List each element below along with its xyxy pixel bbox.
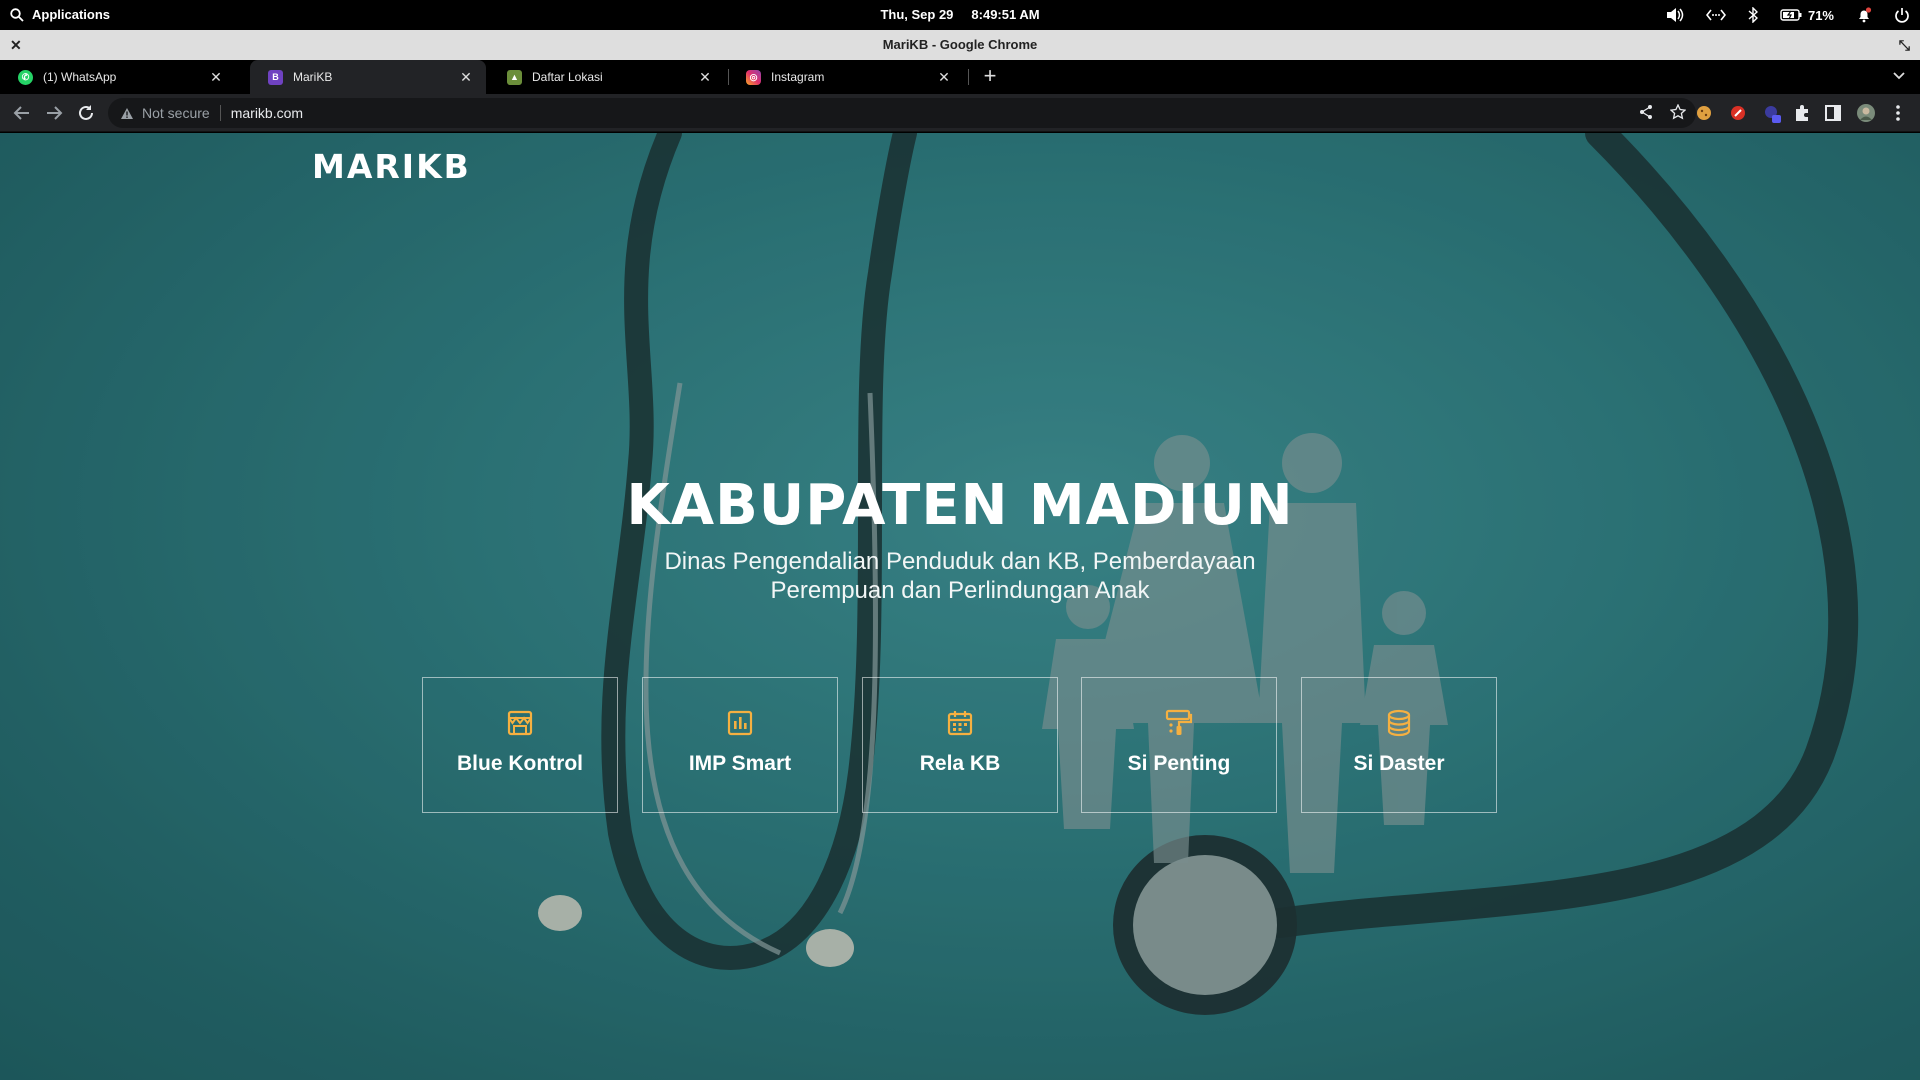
page-viewport: MARIKB KABUPATEN MADIUN Dinas Pengendali… bbox=[0, 133, 1920, 1080]
service-card-blue-kontrol[interactable]: Blue Kontrol bbox=[422, 677, 618, 813]
bar-chart-icon bbox=[727, 710, 753, 736]
service-card-label: IMP Smart bbox=[688, 752, 792, 775]
close-tab-icon[interactable]: ✕ bbox=[458, 69, 474, 86]
clock[interactable]: Thu, Sep 29 8:49:51 AM bbox=[0, 7, 1920, 22]
window-title-bar: ✕ MariKB - Google Chrome ⤡ bbox=[0, 30, 1920, 60]
window-restore-icon[interactable]: ⤡ bbox=[1899, 30, 1910, 60]
whatsapp-icon: ✆ bbox=[18, 69, 33, 85]
tab-instagram[interactable]: ◎ Instagram ✕ bbox=[728, 60, 964, 94]
background-overlay bbox=[0, 133, 1920, 1080]
omnibox-divider bbox=[219, 105, 221, 121]
close-tab-icon[interactable]: ✕ bbox=[936, 69, 952, 86]
tab-label: Instagram bbox=[771, 70, 825, 84]
tab-label: (1) WhatsApp bbox=[43, 70, 117, 84]
instagram-icon: ◎ bbox=[746, 69, 761, 85]
network-icon[interactable] bbox=[1705, 8, 1726, 22]
service-card-si-penting[interactable]: Si Penting bbox=[1081, 677, 1277, 813]
tab-label: MariKB bbox=[293, 70, 333, 84]
database-icon bbox=[1387, 709, 1411, 737]
calendar-icon bbox=[947, 711, 973, 736]
tab-divider bbox=[968, 69, 969, 85]
tab-marikb[interactable]: B MariKB ✕ bbox=[250, 60, 486, 94]
service-card-si-daster[interactable]: Si Daster bbox=[1301, 677, 1497, 813]
notification-bell-icon[interactable] bbox=[1856, 7, 1872, 23]
service-card-label: Si Penting bbox=[1127, 752, 1231, 775]
new-tab-button[interactable]: + bbox=[977, 64, 1003, 90]
volume-icon[interactable] bbox=[1666, 7, 1684, 23]
tab-strip: ✆ (1) WhatsApp ✕ B MariKB ✕ ▲ Daftar Lok… bbox=[0, 60, 1920, 94]
share-icon[interactable] bbox=[1638, 104, 1654, 120]
close-tab-icon[interactable]: ✕ bbox=[697, 69, 713, 86]
window-title: MariKB - Google Chrome bbox=[882, 37, 1038, 52]
battery-percent: 71% bbox=[1807, 7, 1834, 23]
service-card-imp-smart[interactable]: IMP Smart bbox=[642, 677, 838, 813]
service-cards: Blue Kontrol IMP Smart Rela KB Si Pentin… bbox=[422, 677, 1498, 813]
close-tab-icon[interactable]: ✕ bbox=[208, 69, 224, 86]
system-tray[interactable]: 71% bbox=[1666, 5, 1910, 25]
clock-time: 8:49:51 AM bbox=[971, 7, 1040, 22]
profile-avatar-icon[interactable] bbox=[1856, 103, 1876, 123]
red-extension-icon[interactable] bbox=[1728, 103, 1748, 123]
forward-arrow-icon[interactable] bbox=[44, 103, 64, 123]
battery-indicator[interactable]: 71% bbox=[1780, 8, 1834, 23]
extensions-puzzle-icon[interactable] bbox=[1792, 103, 1812, 123]
browser-toolbar: Not secure marikb.com bbox=[0, 94, 1920, 132]
hero-title: KABUPATEN MADIUN bbox=[626, 473, 1294, 538]
chrome-menu-icon[interactable] bbox=[1888, 103, 1908, 123]
site-brand-logo[interactable]: MARIKB bbox=[312, 147, 471, 186]
battery-icon bbox=[1780, 9, 1802, 21]
back-arrow-icon[interactable] bbox=[12, 103, 32, 123]
window-close-icon[interactable]: ✕ bbox=[10, 30, 22, 60]
service-card-label: Blue Kontrol bbox=[457, 752, 583, 775]
bookmark-star-icon[interactable] bbox=[1670, 104, 1686, 120]
power-icon[interactable] bbox=[1894, 7, 1910, 23]
tab-label: Daftar Lokasi bbox=[532, 70, 603, 84]
bluetooth-icon[interactable] bbox=[1748, 7, 1758, 23]
clock-date: Thu, Sep 29 bbox=[880, 7, 954, 22]
service-card-rela-kb[interactable]: Rela KB bbox=[862, 677, 1058, 813]
cookie-extension-icon[interactable] bbox=[1694, 103, 1714, 123]
paint-roller-icon bbox=[1165, 709, 1193, 735]
system-top-bar: Applications Thu, Sep 29 8:49:51 AM 71% bbox=[0, 0, 1920, 30]
badge-extension-icon[interactable] bbox=[1762, 103, 1782, 123]
service-card-label: Rela KB bbox=[919, 752, 1001, 775]
address-bar[interactable]: Not secure marikb.com bbox=[108, 98, 1696, 128]
warning-icon[interactable] bbox=[120, 107, 134, 120]
tab-daftar-lokasi[interactable]: ▲ Daftar Lokasi ✕ bbox=[489, 60, 725, 94]
tab-search-chevron-icon[interactable] bbox=[1892, 68, 1906, 82]
reload-icon[interactable] bbox=[76, 103, 96, 123]
shop-window-icon bbox=[507, 710, 533, 736]
tab-whatsapp[interactable]: ✆ (1) WhatsApp ✕ bbox=[0, 60, 236, 94]
emblem-icon: ▲ bbox=[507, 69, 522, 85]
hero-subtitle: Dinas Pengendalian Penduduk dan KB, Pemb… bbox=[664, 548, 1256, 604]
security-status[interactable]: Not secure bbox=[142, 105, 210, 121]
service-card-label: Si Daster bbox=[1353, 752, 1445, 775]
url-text[interactable]: marikb.com bbox=[231, 105, 303, 121]
side-panel-icon[interactable] bbox=[1823, 103, 1843, 123]
bootstrap-icon: B bbox=[268, 69, 283, 85]
